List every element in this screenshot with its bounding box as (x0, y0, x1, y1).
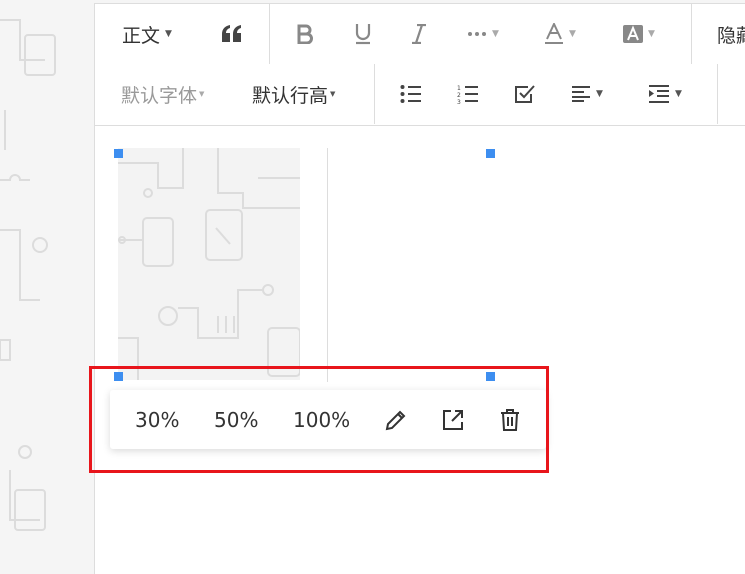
font-color-dropdown[interactable]: ▼ (544, 4, 576, 64)
background-color-dropdown[interactable]: ▼ (623, 4, 655, 64)
toolbar-row-1: 正文 ▼ ▼ ▼ ▼ 隐 (95, 4, 745, 64)
font-family-dropdown[interactable]: 默认字体 ▼ (121, 64, 204, 124)
hide-label: 隐藏 (717, 24, 745, 47)
line-height-dropdown[interactable]: 默认行高 ▼ (252, 64, 335, 124)
underline-button[interactable] (354, 4, 372, 64)
editor-toolbar: 正文 ▼ ▼ ▼ ▼ 隐 默认字体 ▼ 默认行高 ▼ 1 2 3 ▼ ▼ (95, 4, 745, 126)
font-family-label: 默认字体 (121, 84, 198, 107)
toolbar-row-2: 默认字体 ▼ 默认行高 ▼ 123 ▼ ▼ (95, 64, 745, 124)
more-styles-dropdown[interactable]: ▼ (467, 4, 499, 64)
svg-text:2: 2 (457, 92, 461, 99)
highlight-box (89, 366, 549, 473)
paragraph-style-label: 正文 (122, 24, 161, 47)
quote-button[interactable] (221, 4, 243, 64)
paragraph-style-dropdown[interactable]: 正文 ▼ (122, 4, 172, 64)
indent-icon (649, 85, 669, 103)
toolbar-divider (374, 64, 375, 124)
resize-handle-top-left[interactable] (114, 149, 123, 158)
numbered-list-button[interactable]: 123 (457, 64, 479, 124)
align-icon (572, 86, 590, 102)
line-height-label: 默认行高 (252, 84, 329, 107)
svg-text:1: 1 (457, 85, 461, 92)
chevron-down-icon: ▼ (199, 90, 205, 98)
bulleted-list-button[interactable] (400, 64, 422, 124)
align-dropdown[interactable]: ▼ (571, 64, 603, 124)
svg-text:3: 3 (457, 99, 461, 104)
chevron-down-icon: ▼ (330, 90, 336, 98)
chevron-down-icon: ▼ (165, 29, 172, 39)
chevron-down-icon: ▼ (492, 29, 499, 39)
background-color-icon (623, 25, 643, 43)
chevron-down-icon: ▼ (596, 89, 603, 99)
toolbar-divider (269, 4, 270, 64)
more-icon (468, 32, 486, 36)
toolbar-divider (691, 4, 692, 64)
numbered-list-icon: 123 (457, 85, 478, 104)
todo-checkbox-button[interactable] (514, 64, 536, 124)
italic-button[interactable] (411, 4, 427, 64)
image-width-guide (327, 148, 328, 382)
todo-checkbox-icon (515, 85, 535, 103)
inserted-image[interactable] (118, 148, 300, 380)
toolbar-divider (717, 64, 718, 124)
bold-icon (297, 24, 313, 44)
quote-icon (222, 25, 241, 42)
indent-dropdown[interactable]: ▼ (648, 64, 682, 124)
underline-icon (355, 24, 371, 45)
chevron-down-icon: ▼ (648, 29, 655, 39)
bulleted-list-icon (400, 85, 421, 103)
background-pattern (0, 19, 56, 531)
circuit-pattern-image (118, 148, 300, 380)
italic-icon (412, 24, 426, 44)
font-color-icon (545, 23, 563, 44)
hide-button[interactable]: 隐藏 (717, 4, 745, 64)
resize-handle-top-right[interactable] (486, 149, 495, 158)
chevron-down-icon: ▼ (675, 89, 682, 99)
bold-button[interactable] (297, 4, 313, 64)
chevron-down-icon: ▼ (569, 29, 576, 39)
